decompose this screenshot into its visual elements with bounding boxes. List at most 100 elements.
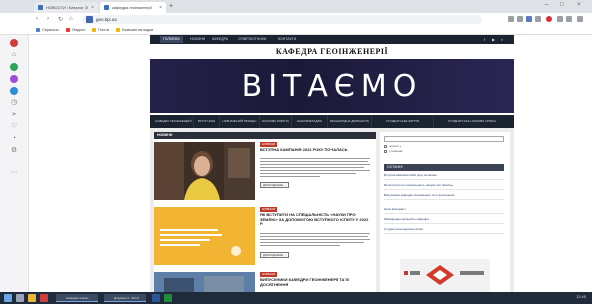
post-title[interactable]: ВСТУПНА КАМПАНІЯ 2022 РОКУ ПОЧАЛАСЬ xyxy=(260,147,372,153)
menu-icon[interactable] xyxy=(577,16,583,22)
windows-start-icon[interactable] xyxy=(4,294,12,302)
close-window-icon[interactable]: × xyxy=(577,2,581,8)
menu-item[interactable]: НАВЧАЛЬНИЙ ПРОЦЕС xyxy=(220,115,260,128)
yandex-icon xyxy=(66,27,70,32)
tab-close-icon[interactable]: × xyxy=(159,5,162,11)
read-more-button[interactable]: ДОКЛАДНІШЕ ... xyxy=(260,252,290,258)
maximize-icon[interactable]: □ xyxy=(560,2,564,8)
home-icon[interactable]: ⌂ xyxy=(69,16,73,22)
opera-icon[interactable] xyxy=(40,294,48,302)
youtube-icon[interactable]: ▶ xyxy=(492,37,495,42)
extension-icon[interactable] xyxy=(566,16,572,22)
webpage: ГОЛОВНА НОВИНИ КАФЕДРА СПІВРОБІТНИКИ КОН… xyxy=(30,35,592,292)
search-icon[interactable]: ⌕ xyxy=(501,37,503,42)
search-icon[interactable] xyxy=(16,294,24,302)
post-title[interactable]: ВИПУСКНИКИ КАФЕДРИ ГЕОІНЖЕНЕРІЇ ТА ЇХ ДО… xyxy=(260,277,372,287)
mail-icon xyxy=(92,27,96,32)
checkbox[interactable] xyxy=(384,149,387,153)
post-image[interactable] xyxy=(154,142,255,200)
search-option[interactable]: у новинах xyxy=(384,149,403,153)
history-icon[interactable]: ◔ xyxy=(10,135,18,143)
explorer-icon[interactable] xyxy=(28,294,36,302)
bookmark-icon[interactable]: ♡ xyxy=(10,123,18,131)
extension-icon[interactable] xyxy=(535,16,541,22)
system-clock[interactable]: 12:45 xyxy=(576,294,586,299)
browser-sidebar: ⌂ ◷ ➢ ♡ ◔ ⚙ ⋯ xyxy=(0,35,29,292)
topnav-item[interactable]: НОВИНИ xyxy=(190,37,205,41)
recent-link[interactable]: Міжнародна діяльність кафедри xyxy=(384,217,504,224)
post-image[interactable] xyxy=(154,207,255,265)
messenger-icon[interactable] xyxy=(10,75,18,83)
banner-text: ВІТАЄМО xyxy=(241,69,423,104)
forward-icon[interactable]: › xyxy=(47,16,49,22)
recent-link[interactable]: Як вступити на спеціальність «Науки про … xyxy=(384,183,504,190)
opera-logo-icon[interactable] xyxy=(10,39,18,47)
read-more-button[interactable]: ДОКЛАДНІШЕ ... xyxy=(260,182,290,188)
browser-tab[interactable]: НОВОСТИ / Каталог 2019 ... × xyxy=(34,2,98,13)
telegram-icon[interactable] xyxy=(10,87,18,95)
menu-item[interactable]: СТУДЕНТСЬКА НАУКОВА СПІЛКА xyxy=(434,115,510,128)
taskbar-window[interactable]: Документ1 - Word xyxy=(104,294,146,302)
recent-header: ОСТАННІ xyxy=(384,164,504,171)
folder-icon xyxy=(116,27,120,32)
post-excerpt-line xyxy=(260,158,370,160)
excel-icon[interactable] xyxy=(164,294,172,302)
news-post: НОВИНИ ВСТУПНА КАМПАНІЯ 2022 РОКУ ПОЧАЛА… xyxy=(154,142,376,204)
minimize-icon[interactable]: – xyxy=(545,2,548,8)
menu-item[interactable]: МІЖНАРОДНА ДІЯЛЬНІСТЬ xyxy=(328,115,372,128)
settings-icon[interactable]: ⚙ xyxy=(10,147,18,155)
graduates-photo-image xyxy=(154,272,255,292)
home-icon[interactable]: ⌂ xyxy=(10,51,18,59)
recent-link[interactable]: Наші викладачі xyxy=(384,207,504,214)
extension-icon[interactable] xyxy=(517,16,523,22)
menu-item[interactable]: ВСТУП 2022 xyxy=(194,115,220,128)
post-title[interactable]: ЯК ВСТУПИТИ НА СПЕЦІАЛЬНІСТЬ «НАУКИ ПРО … xyxy=(260,212,372,227)
recent-link[interactable]: Студентська наукова спілка xyxy=(384,227,504,234)
extension-icon[interactable] xyxy=(557,16,563,22)
search-input[interactable] xyxy=(384,136,504,142)
clock-icon[interactable]: ◷ xyxy=(10,99,18,107)
more-icon[interactable]: ⋯ xyxy=(10,169,18,177)
address-bar[interactable]: geo.kpi.ua xyxy=(82,15,482,24)
tab-close-icon[interactable]: × xyxy=(91,5,94,11)
back-icon[interactable]: ‹ xyxy=(36,16,38,22)
bookmark-item[interactable]: Почта xyxy=(92,27,109,32)
search-widget: шукати у ... у новинах xyxy=(384,136,504,153)
post-excerpt-line xyxy=(260,161,368,163)
bookmark-item[interactable]: Сервисы xyxy=(36,27,59,32)
menu-item[interactable]: НАУКОВА РОБОТА xyxy=(260,115,292,128)
top-navigation: ГОЛОВНА НОВИНИ КАФЕДРА СПІВРОБІТНИКИ КОН… xyxy=(150,35,514,44)
search-option[interactable]: шукати у ... xyxy=(384,144,405,148)
facebook-icon[interactable]: f xyxy=(484,37,485,42)
bookmarks-bar: Сервисы Яндекс Почта Бывшие вкладки xyxy=(0,26,592,35)
reload-icon[interactable]: ↻ xyxy=(58,16,63,23)
extension-icon[interactable] xyxy=(508,16,514,22)
bookmark-item[interactable]: Бывшие вкладки xyxy=(116,27,153,32)
new-tab-button[interactable]: + xyxy=(169,3,173,10)
taskbar-window[interactable]: кафедра геоінж... xyxy=(56,294,98,302)
menu-item[interactable]: КАФЕДРА ГЕОІНЖЕНЕРІЇ xyxy=(154,115,194,128)
partner-logo[interactable] xyxy=(400,259,490,292)
topnav-item[interactable]: СПІВРОБІТНИКИ xyxy=(238,37,266,41)
recent-link[interactable]: Вступна кампанія 2022 року почалась xyxy=(384,173,504,180)
word-icon[interactable] xyxy=(152,294,160,302)
post-image[interactable] xyxy=(154,272,255,292)
topnav-item[interactable]: КАФЕДРА xyxy=(212,37,228,41)
checkbox[interactable] xyxy=(384,144,387,148)
topnav-item[interactable]: КОНТАКТИ xyxy=(278,37,296,41)
profile-avatar-icon[interactable] xyxy=(546,16,552,22)
bookmark-item[interactable]: Яндекс xyxy=(66,27,85,32)
whatsapp-icon[interactable] xyxy=(10,63,18,71)
post-excerpt-line xyxy=(260,176,320,178)
news-header: НОВИНИ xyxy=(154,132,376,139)
send-icon[interactable]: ➢ xyxy=(10,111,18,119)
menu-item[interactable]: НАШІ ВИКЛАДАЧІ xyxy=(292,115,328,128)
news-post: НОВИНИ ВИПУСКНИКИ КАФЕДРИ ГЕОІНЖЕНЕРІЇ Т… xyxy=(154,272,376,292)
news-column: НОВИНИ НОВИНИ ВСТУПНА КАМПАНІЯ 2022 РОКУ… xyxy=(154,132,376,292)
recent-link[interactable]: Випускники кафедри геоінженерії та їх до… xyxy=(384,193,504,200)
post-excerpt-line xyxy=(260,164,370,166)
topnav-item[interactable]: ГОЛОВНА xyxy=(160,36,183,43)
browser-tab-active[interactable]: кафедра геоінженерії × xyxy=(100,2,166,13)
extension-icon[interactable] xyxy=(526,16,532,22)
menu-item[interactable]: СТУДЕНТСЬКЕ ЖИТТЯ xyxy=(372,115,434,128)
